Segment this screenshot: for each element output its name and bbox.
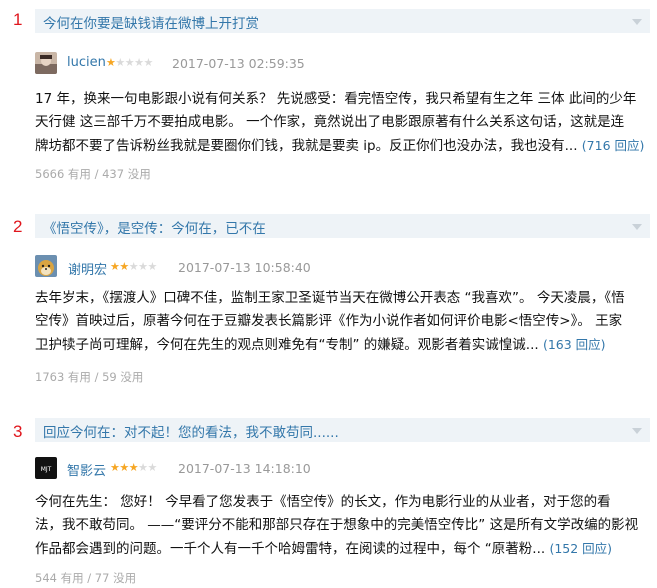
review-text-line: 卫护犊子尚可理解，今何在先生的观点则难免有“专制” 的嫌疑。观影者着实诚惶诚..…: [35, 337, 539, 353]
useless-count[interactable]: 77 没用: [95, 571, 136, 585]
username-link[interactable]: 谢明宏: [68, 259, 107, 278]
review-text-line: 牌坊都不要了告诉粉丝我就是要圈你们钱，我就是要卖 ip。反正你们也没办法，我也没…: [35, 138, 578, 154]
review-content: 去年岁末，《摆渡人》口碑不佳，监制王家卫圣诞节当天在微博公开表态 “我喜欢”。 …: [35, 287, 655, 357]
useful-count[interactable]: 5666 有用: [35, 167, 91, 181]
username-link[interactable]: 智影云: [67, 460, 106, 479]
useless-count[interactable]: 437 没用: [102, 167, 151, 181]
avatar[interactable]: MJT: [35, 457, 57, 479]
review-timestamp: 2017-07-13 02:59:35: [172, 56, 305, 71]
review-text-line: 去年岁末，《摆渡人》口碑不佳，监制王家卫圣诞节当天在微博公开表态 “我喜欢”。 …: [35, 290, 625, 306]
username-link[interactable]: lucien: [67, 55, 106, 70]
doge-avatar-icon: [35, 255, 57, 277]
review-text-line-wrap: 卫护犊子尚可理解，今何在先生的观点则难免有“专制” 的嫌疑。观影者着实诚惶诚..…: [35, 333, 655, 357]
review-content: 17 年，换来一句电影跟小说有何关系？ 先说感受：看完悟空传，我只希望有生之年 …: [35, 88, 655, 158]
review-text-line-wrap: 作品都会遇到的问题。一千个人有一千个哈姆雷特，在阅读的过程中，每个 “原著粉..…: [35, 537, 655, 561]
rating-stars: ★★★★★: [106, 56, 153, 69]
svg-text:MJT: MJT: [41, 466, 52, 473]
review-title-link[interactable]: 回应今何在：对不起！您的看法，我不敢苟同......: [43, 421, 339, 441]
useful-count[interactable]: 1763 有用: [35, 370, 91, 384]
chevron-down-icon[interactable]: [632, 224, 642, 230]
avatar-photo-icon: [35, 52, 57, 74]
review-title-link[interactable]: 《悟空传》，是空传：今何在，已不在: [43, 217, 266, 237]
reply-count-link[interactable]: (152 回应): [549, 541, 612, 556]
reply-count-link[interactable]: (163 回应): [543, 337, 606, 352]
review-index: 3: [13, 422, 23, 441]
review-title-bar[interactable]: 回应今何在：对不起！您的看法，我不敢苟同......: [35, 418, 650, 442]
review-text-line: 17 年，换来一句电影跟小说有何关系？ 先说感受：看完悟空传，我只希望有生之年 …: [35, 91, 637, 107]
rating-stars: ★★★★★: [110, 461, 157, 474]
mjt-logo-icon: MJT: [35, 457, 57, 479]
review-text-line-wrap: 牌坊都不要了告诉粉丝我就是要圈你们钱，我就是要卖 ip。反正你们也没办法，我也没…: [35, 134, 655, 158]
rating-stars: ★★★★★: [110, 260, 157, 273]
avatar[interactable]: [35, 255, 57, 277]
vote-counts: 1763 有用 / 59 没用: [35, 370, 144, 384]
review-text-line: 法，我不敢苟同。 ——“要评分不能和那部只存在于想象中的完美悟空传比” 这是所有…: [35, 517, 639, 533]
useless-count[interactable]: 59 没用: [102, 370, 143, 384]
review-text-line: 天行健 这三部千万不要拍成电影。 一个作家，竟然说出了电影跟原著有什么关系这句话…: [35, 114, 625, 130]
review-timestamp: 2017-07-13 10:58:40: [178, 260, 311, 275]
chevron-down-icon[interactable]: [632, 428, 642, 434]
vote-counts: 544 有用 / 77 没用: [35, 571, 137, 585]
useful-count[interactable]: 544 有用: [35, 571, 84, 585]
review-title-bar[interactable]: 《悟空传》，是空传：今何在，已不在: [35, 214, 650, 238]
chevron-down-icon[interactable]: [632, 19, 642, 25]
review-title-link[interactable]: 今何在你要是缺钱请在微博上开打赏: [43, 12, 259, 32]
vote-counts: 5666 有用 / 437 没用: [35, 167, 151, 181]
review-timestamp: 2017-07-13 14:18:10: [178, 461, 311, 476]
review-content: 今何在先生： 您好！ 今早看了您发表于《悟空传》的长文，作为电影行业的从业者，对…: [35, 491, 655, 561]
review-index: 1: [13, 10, 23, 29]
reply-count-link[interactable]: (716 回应): [582, 138, 645, 153]
review-text-line: 空传》首映过后，原著今何在于豆瓣发表长篇影评《作为小说作者如何评价电影<悟空传>…: [35, 313, 623, 329]
avatar[interactable]: [35, 52, 57, 74]
review-index: 2: [13, 217, 23, 236]
review-text-line: 作品都会遇到的问题。一千个人有一千个哈姆雷特，在阅读的过程中，每个 “原著粉..…: [35, 541, 546, 557]
review-text-line: 今何在先生： 您好！ 今早看了您发表于《悟空传》的长文，作为电影行业的从业者，对…: [35, 494, 611, 510]
review-title-bar[interactable]: 今何在你要是缺钱请在微博上开打赏: [35, 9, 650, 33]
